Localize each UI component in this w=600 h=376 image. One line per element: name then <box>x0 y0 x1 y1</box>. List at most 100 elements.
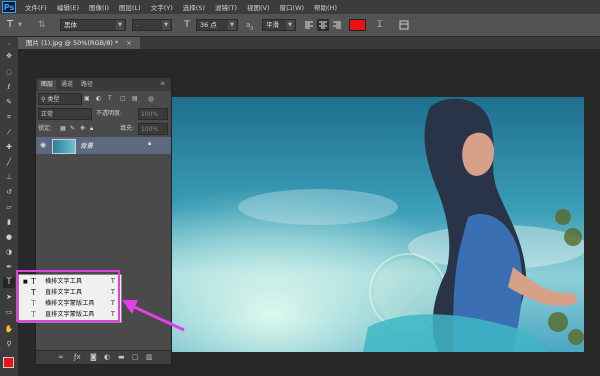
lock-transparent-icon[interactable]: ▦ <box>60 123 66 134</box>
filter-toggle-icon[interactable] <box>148 96 154 102</box>
lock-row: 锁定: ▦ ✎ ✥ 🔒︎ 填充: 100% <box>38 123 168 135</box>
layer-filter-value: 类型 <box>47 96 60 103</box>
filter-smart-object-icon[interactable]: ▤ <box>132 93 138 104</box>
menu-window[interactable]: 窗口(W) <box>275 2 310 12</box>
chevron-down-icon: ▼ <box>286 20 294 30</box>
text-color-fill <box>350 20 365 30</box>
photoshop-logo: Ps <box>2 1 16 13</box>
layer-style-icon[interactable]: ƒx <box>74 353 81 361</box>
antialias-icon: aa <box>246 21 254 32</box>
filter-shape-icon[interactable]: ▢ <box>120 93 126 104</box>
menu-select[interactable]: 选择(S) <box>178 2 210 12</box>
layer-filter-select[interactable]: ⚲ 类型 <box>38 93 82 105</box>
eyedropper-tool-icon[interactable]: ⁄ <box>3 127 15 138</box>
warp-text-icon[interactable]: Ꮖ <box>374 19 386 31</box>
quick-select-tool-icon[interactable]: ✎ <box>3 97 15 108</box>
font-family-select[interactable]: 黑体 ▼ <box>60 19 126 31</box>
menu-edit[interactable]: 编辑(E) <box>52 2 84 12</box>
lock-all-icon[interactable]: 🔒︎ <box>90 123 93 134</box>
tab-channels[interactable]: 通道 <box>58 80 76 90</box>
document-tab[interactable]: 图片 (1).jpg @ 50%(RGB/8) * × <box>18 37 140 49</box>
path-selection-tool-icon[interactable]: ➤ <box>3 292 15 303</box>
foreground-color-swatch[interactable] <box>3 357 14 368</box>
foreground-color-fill <box>4 358 13 367</box>
text-orientation-icon[interactable]: ⇅ <box>38 19 50 31</box>
eraser-tool-icon[interactable]: ▱ <box>3 202 15 213</box>
type-tool-preset-icon[interactable]: T <box>4 19 16 31</box>
layer-row-background[interactable]: ◉ 背景 🔒︎ <box>36 137 171 154</box>
document-tab-title: 图片 (1).jpg @ 50%(RGB/8) * <box>26 39 119 47</box>
eye-icon[interactable]: ◉ <box>40 141 46 149</box>
layer-filter-row: ⚲ 类型 ▣ ◐ T ▢ ▤ <box>38 93 168 105</box>
healing-brush-tool-icon[interactable]: ✚ <box>3 142 15 153</box>
photo-illustration <box>168 97 584 352</box>
lock-pixels-icon[interactable]: ✎ <box>70 123 75 134</box>
shape-tool-icon[interactable]: ▭ <box>3 307 15 318</box>
hand-tool-icon[interactable]: ✋ <box>3 324 15 335</box>
chevron-down-icon: ▼ <box>162 20 170 30</box>
zoom-tool-icon[interactable]: ⚲ <box>3 339 15 350</box>
marquee-tool-icon[interactable]: ◌ <box>3 67 15 78</box>
antialias-value: 平滑 <box>266 21 279 29</box>
annotation-highlight-box <box>16 270 120 322</box>
new-layer-icon[interactable]: ▢ <box>132 353 139 361</box>
menu-file[interactable]: 文件(F) <box>20 2 52 12</box>
font-size-value: 36 点 <box>200 21 217 29</box>
brush-tool-icon[interactable]: ╱ <box>3 157 15 168</box>
dodge-tool-icon[interactable]: ◑ <box>3 247 15 258</box>
lock-position-icon[interactable]: ✥ <box>80 123 85 134</box>
opacity-field[interactable]: 100% <box>138 108 168 120</box>
crop-tool-icon[interactable]: ⌗ <box>3 112 15 123</box>
filter-adjustment-icon[interactable]: ◐ <box>96 93 101 104</box>
clone-stamp-tool-icon[interactable]: ⊥ <box>3 172 15 183</box>
lock-icon: 🔒︎ <box>148 140 152 147</box>
link-layers-icon[interactable]: ∞ <box>58 353 64 361</box>
collapse-icon[interactable]: » <box>3 40 15 51</box>
trash-icon[interactable]: ▥ <box>146 353 153 361</box>
lasso-tool-icon[interactable]: ℓ <box>3 82 15 93</box>
tab-paths[interactable]: 路径 <box>78 80 96 90</box>
opacity-label: 不透明度: <box>96 110 123 117</box>
fill-field[interactable]: 100% <box>138 123 168 135</box>
blend-mode-value: 正常 <box>41 111 54 118</box>
canvas-image[interactable] <box>168 97 584 352</box>
pen-tool-icon[interactable]: ✒ <box>3 262 15 273</box>
annotation-arrow-icon <box>122 300 185 332</box>
chevron-down-icon: ▼ <box>228 20 236 30</box>
text-color-swatch[interactable] <box>349 19 366 31</box>
move-tool-icon[interactable]: ✥ <box>3 51 15 62</box>
font-style-select[interactable]: - ▼ <box>132 19 172 31</box>
new-group-icon[interactable]: ▬ <box>118 353 125 361</box>
font-size-select[interactable]: 36 点 ▼ <box>196 19 238 31</box>
panel-menu-icon[interactable]: ≡ <box>160 80 165 87</box>
menu-help[interactable]: 帮助(H) <box>309 2 342 12</box>
menu-layer[interactable]: 图层(L) <box>114 2 146 12</box>
gradient-tool-icon[interactable]: ▮ <box>3 217 15 228</box>
chevron-down-icon[interactable]: ▼ <box>18 19 24 31</box>
align-left-icon[interactable] <box>304 19 314 31</box>
close-icon[interactable]: × <box>126 39 131 47</box>
antialias-select[interactable]: 平滑 ▼ <box>262 19 296 31</box>
filter-pixel-icon[interactable]: ▣ <box>84 93 90 104</box>
tab-layers[interactable]: 图层 <box>38 80 57 90</box>
layer-thumbnail <box>52 139 76 154</box>
align-center-icon[interactable] <box>317 19 329 31</box>
add-mask-icon[interactable]: ◙ <box>90 353 97 361</box>
font-style-value: - <box>136 21 139 29</box>
menu-filter[interactable]: 滤镜(T) <box>210 2 242 12</box>
align-right-icon[interactable] <box>332 19 342 31</box>
adjustment-layer-icon[interactable]: ◐ <box>104 353 110 361</box>
layer-name[interactable]: 背景 <box>80 140 93 150</box>
type-tool-icon[interactable]: T <box>3 277 15 288</box>
menu-image[interactable]: 图像(I) <box>84 2 114 12</box>
menu-view[interactable]: 视图(V) <box>242 2 275 12</box>
blend-mode-select[interactable]: 正常 <box>38 108 92 120</box>
history-brush-tool-icon[interactable]: ↺ <box>3 187 15 198</box>
options-bar: T ▼ ⇅ 黑体 ▼ - ▼ T 36 点 ▼ aa 平滑 ▼ Ꮖ <box>0 14 600 37</box>
filter-type-icon[interactable]: T <box>108 93 112 104</box>
character-panel-icon[interactable] <box>398 19 410 31</box>
font-family-value: 黑体 <box>64 21 77 29</box>
blur-tool-icon[interactable]: ● <box>3 232 15 243</box>
search-icon: ⚲ <box>41 96 46 103</box>
menu-type[interactable]: 文字(Y) <box>146 2 178 12</box>
